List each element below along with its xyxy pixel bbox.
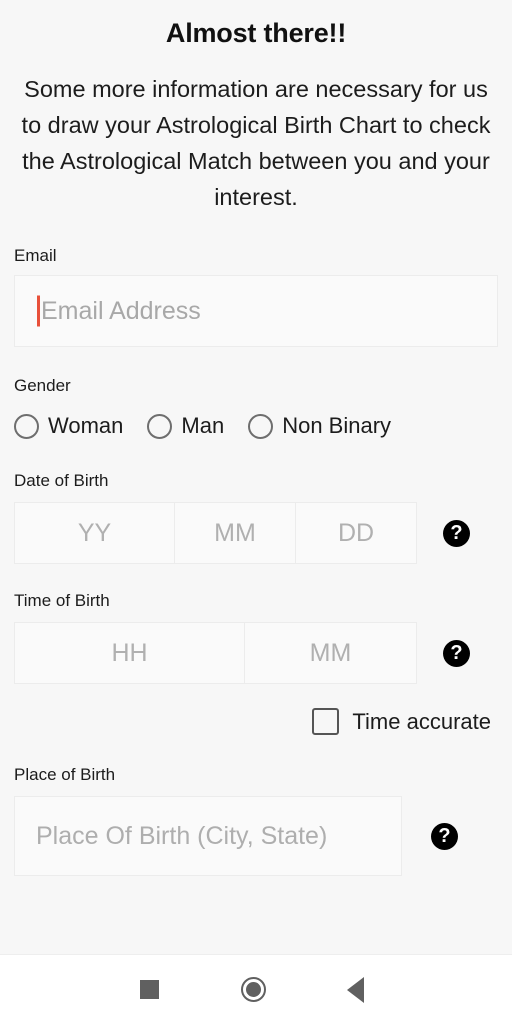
dob-day-input[interactable]: DD [296,502,417,564]
home-circle-inner [245,982,261,997]
date-of-birth-label: Date of Birth [14,471,109,490]
gender-option-label: Man [181,413,225,438]
intro-paragraph: Some more information are necessary for … [21,76,491,210]
email-input[interactable]: Email Address [14,275,498,347]
dob-day-placeholder: DD [337,518,375,547]
time-accurate-label: Time accurate [352,708,491,734]
date-of-birth-inputs: YY MM DD [14,502,417,564]
date-of-birth-section: Date of Birth YY MM DD ? [14,439,498,564]
form-content: Almost there!! Some more information are… [0,0,512,954]
time-of-birth-section: Time of Birth HH MM ? Time accurate [14,564,498,735]
time-accurate-row[interactable]: Time accurate [14,684,498,735]
tob-hour-input[interactable]: HH [14,622,245,684]
tob-minute-placeholder: MM [309,638,352,667]
text-caret-icon [37,295,40,327]
gender-option-label: Woman [48,413,124,438]
date-of-birth-help-icon[interactable]: ? [443,519,470,547]
back-triangle-icon [346,976,364,1003]
gender-option-man[interactable]: Man [147,413,224,439]
place-of-birth-input[interactable]: Place Of Birth (City, State) [14,796,402,876]
dob-month-placeholder: MM [214,518,256,547]
gender-option-label: Non Binary [282,413,392,438]
gender-radio-group: Woman Man Non Binary [14,396,498,439]
time-of-birth-label: Time of Birth [14,591,110,610]
nav-back-button[interactable] [303,955,407,1025]
tob-hour-placeholder: HH [111,638,148,667]
page-title: Almost there!! [165,18,347,48]
gender-option-non-binary[interactable]: Non Binary [248,413,391,439]
email-placeholder: Email Address [41,296,201,325]
android-navigation-bar [0,954,512,1024]
gender-option-woman[interactable]: Woman [14,413,123,439]
place-of-birth-placeholder: Place Of Birth (City, State) [36,821,328,850]
radio-unchecked-icon [147,413,173,439]
date-of-birth-row: YY MM DD ? [14,502,498,564]
radio-unchecked-icon [14,413,39,439]
email-label: Email [14,246,57,265]
gender-section: Gender Woman Man Non Binary [14,347,498,439]
home-circle-icon [240,977,266,1002]
email-section: Email Email Address [14,215,498,347]
dob-year-input[interactable]: YY [14,502,175,564]
time-of-birth-help-icon[interactable]: ? [443,639,470,667]
time-of-birth-row: HH MM ? [14,622,498,684]
place-of-birth-section: Place of Birth Place Of Birth (City, Sta… [14,735,498,876]
nav-recents-button[interactable] [96,955,203,1025]
nav-home-button[interactable] [203,955,303,1025]
gender-label: Gender [14,376,71,395]
time-of-birth-inputs: HH MM [14,622,417,684]
dob-month-input[interactable]: MM [175,502,296,564]
app-root: Almost there!! Some more information are… [0,0,512,1024]
dob-year-placeholder: YY [77,518,112,547]
checkbox-unchecked-icon[interactable] [312,708,340,735]
place-of-birth-label: Place of Birth [14,765,116,784]
place-of-birth-row: Place Of Birth (City, State) ? [14,796,498,876]
place-of-birth-help-icon[interactable]: ? [431,822,458,850]
recents-square-icon [140,980,159,999]
radio-unchecked-icon [248,413,274,439]
tob-minute-input[interactable]: MM [245,622,417,684]
